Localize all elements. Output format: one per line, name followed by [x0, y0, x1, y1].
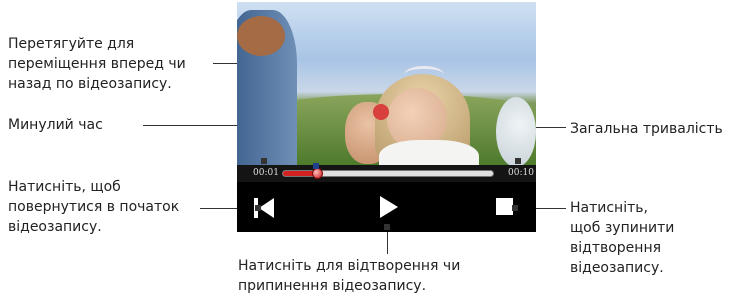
marker-stop	[512, 205, 518, 211]
callout-total: Загальна тривалість	[570, 121, 723, 137]
callout-stop: Натисніть, щоб зупинити відтворення віде…	[570, 200, 675, 276]
callout-seek: Перетягуйте для переміщення вперед чи на…	[8, 36, 186, 92]
marker-seek	[313, 163, 319, 169]
elapsed-time: 00:01	[253, 168, 279, 178]
seek-track[interactable]	[282, 168, 494, 179]
play-pause-button[interactable]	[380, 196, 398, 218]
marker-total	[515, 158, 521, 164]
total-time: 00:10	[508, 168, 534, 178]
progress-bar: 00:01 00:10	[237, 165, 536, 182]
callout-elapsed: Минулий час	[8, 117, 103, 133]
video-frame	[237, 2, 536, 165]
callout-play: Натисніть для відтворення чи припинення …	[238, 258, 461, 294]
marker-elapsed	[261, 158, 267, 164]
marker-restart	[255, 205, 261, 211]
marker-play	[384, 224, 390, 230]
stop-button[interactable]	[496, 198, 513, 215]
seek-thumb[interactable]	[311, 168, 323, 179]
media-player-screen: 00:01 00:10	[237, 2, 536, 232]
callout-restart: Натисніть, щоб повернутися в початок від…	[8, 179, 180, 235]
